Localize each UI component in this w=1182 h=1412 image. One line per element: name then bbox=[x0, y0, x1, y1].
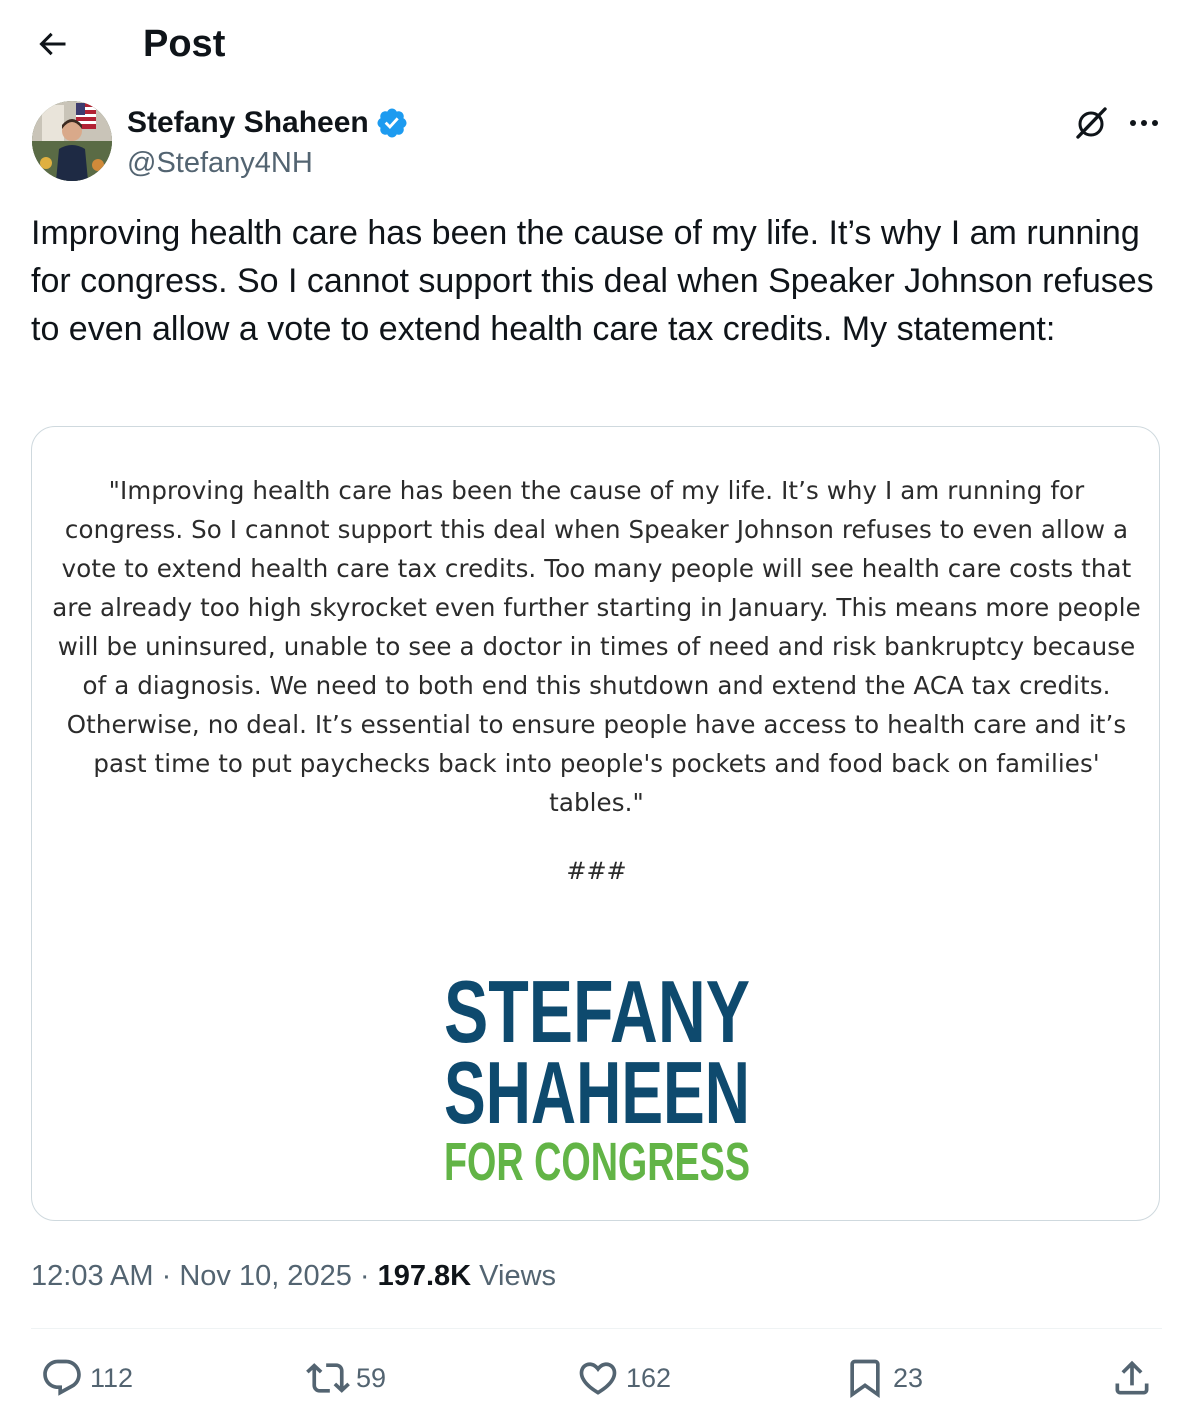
avatar-photo bbox=[32, 101, 112, 181]
share-button[interactable] bbox=[1110, 1352, 1154, 1404]
reply-icon bbox=[43, 1359, 81, 1396]
tweet-time[interactable]: 12:03 AM bbox=[31, 1260, 154, 1292]
back-arrow-icon[interactable] bbox=[34, 26, 70, 62]
statement-image-card[interactable]: "Improving health care has been the caus… bbox=[31, 426, 1160, 1221]
author-name[interactable]: Stefany Shaheen bbox=[127, 104, 369, 142]
share-icon bbox=[1115, 1360, 1149, 1395]
repost-icon bbox=[306, 1363, 350, 1393]
verified-badge-icon[interactable] bbox=[375, 106, 409, 140]
tweet-date[interactable]: Nov 10, 2025 bbox=[179, 1260, 352, 1292]
logo-line-3: FOR CONGRESS bbox=[444, 1132, 750, 1192]
logo-line-2: SHAHEEN bbox=[444, 1043, 750, 1142]
bookmark-icon bbox=[850, 1359, 880, 1399]
statement-end-marks: ### bbox=[566, 857, 627, 885]
views-label: Views bbox=[471, 1260, 557, 1292]
reply-count: 112 bbox=[90, 1362, 134, 1393]
reply-button[interactable]: 112 bbox=[40, 1352, 133, 1404]
repost-count: 59 bbox=[356, 1362, 387, 1393]
heart-icon bbox=[579, 1362, 617, 1395]
tweet-text: Improving health care has been the cause… bbox=[31, 214, 1154, 348]
author-handle[interactable]: @Stefany4NH bbox=[127, 144, 313, 182]
bookmark-button[interactable]: 23 bbox=[843, 1352, 923, 1404]
grok-icon[interactable] bbox=[1072, 104, 1110, 142]
like-button[interactable]: 162 bbox=[576, 1352, 671, 1404]
tweet-meta: 12:03 AM · Nov 10, 2025 · 197.8K Views bbox=[31, 1255, 556, 1297]
statement-text: "Improving health care has been the caus… bbox=[52, 476, 1141, 817]
meta-separator: · bbox=[351, 1260, 378, 1292]
divider bbox=[31, 1328, 1162, 1329]
meta-separator: · bbox=[153, 1260, 180, 1292]
author-name-row: Stefany Shaheen bbox=[127, 103, 409, 143]
repost-button[interactable]: 59 bbox=[306, 1352, 386, 1404]
more-options-icon[interactable] bbox=[1124, 104, 1164, 142]
views-count: 197.8K bbox=[377, 1260, 472, 1292]
bookmark-count: 23 bbox=[893, 1362, 924, 1393]
page-title: Post bbox=[143, 23, 226, 65]
like-count: 162 bbox=[626, 1362, 672, 1393]
header-bar: Post bbox=[0, 0, 1182, 90]
campaign-logo: STEFANY SHAHEEN FOR CONGRESS bbox=[444, 972, 750, 1192]
avatar[interactable] bbox=[32, 101, 112, 181]
